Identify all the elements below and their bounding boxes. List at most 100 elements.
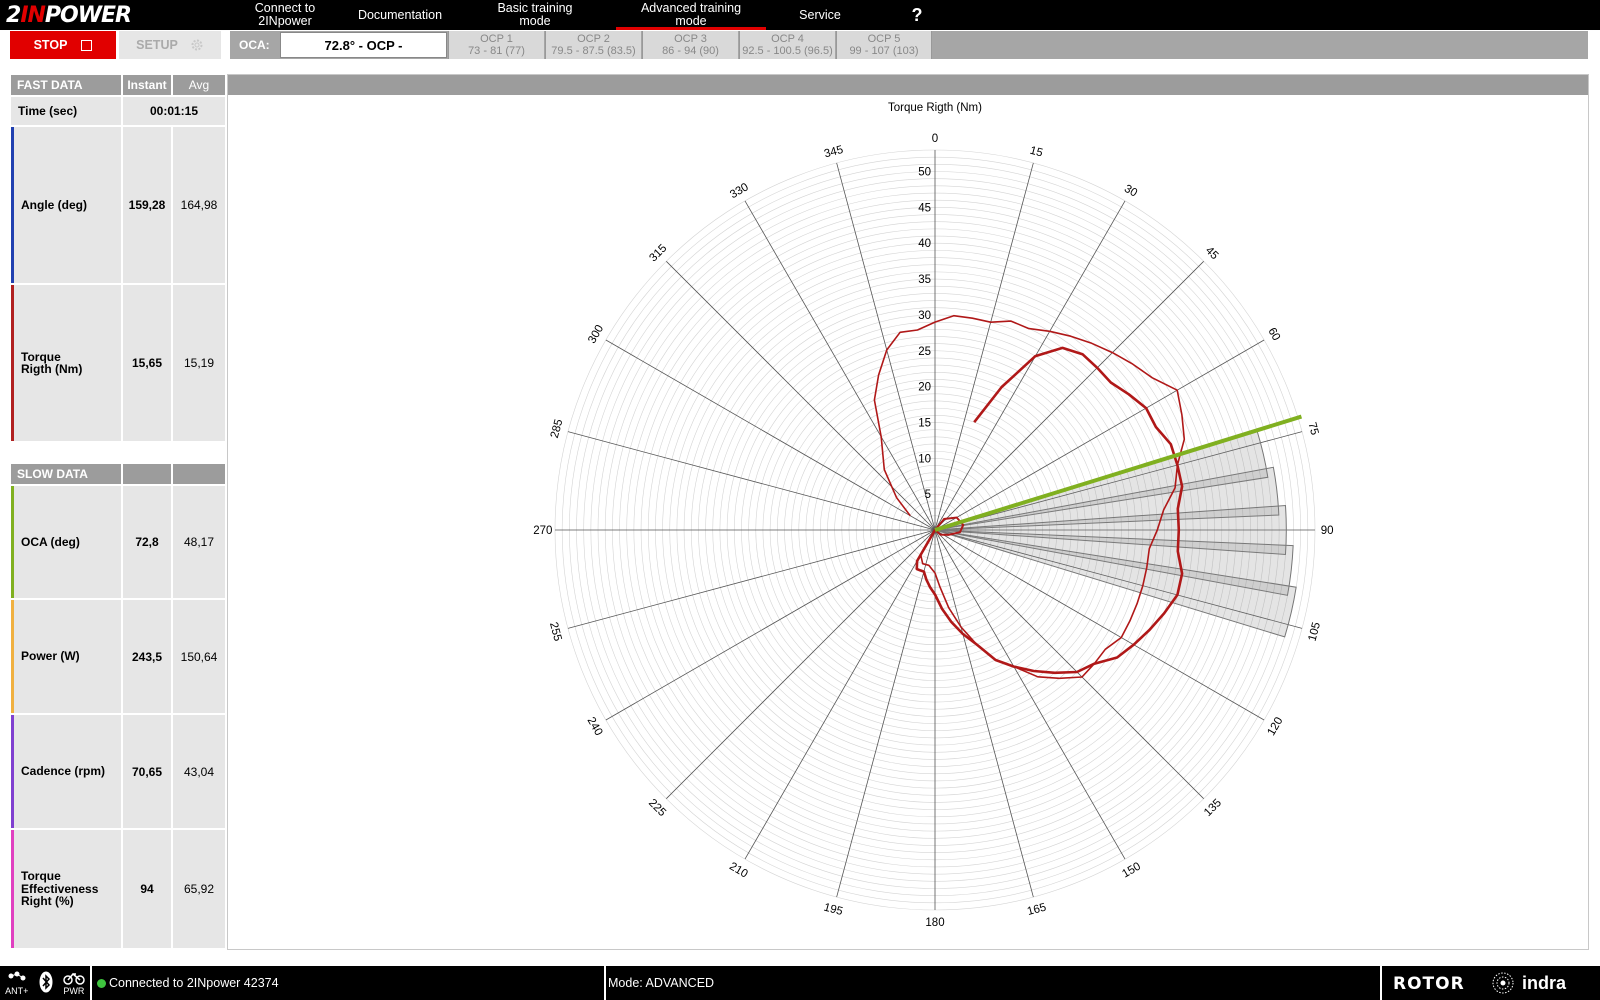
cadence-instant: 70,65: [123, 715, 171, 828]
status-separator: [1380, 966, 1382, 1000]
radial-tick-label: 10: [918, 453, 931, 465]
torque-effectiveness-avg: 65,92: [173, 830, 225, 948]
ocp-zone-2[interactable]: OCP 2 79.5 - 87.5 (83.5): [545, 31, 641, 59]
device-icons: ANT+ PWR: [0, 966, 90, 1000]
ocp-range: 86 - 94 (90): [662, 45, 719, 57]
angle-tick-label: 195: [822, 902, 844, 919]
data-table: FAST DATA Instant Avg Time (sec) 00:01:1…: [10, 74, 226, 950]
angle-tick-label: 150: [1120, 861, 1143, 881]
chart-panel: 0 15 30 45 60 75 90 105 120 135 150 165 180 195 210 225…: [227, 74, 1589, 950]
angle-tick-label: 45: [1203, 245, 1221, 263]
time-value: 00:01:15: [123, 97, 225, 125]
power-instant: 243,5: [123, 600, 171, 713]
radial-tick-label: 35: [918, 274, 931, 286]
ocp-range: 99 - 107 (103): [849, 45, 919, 57]
mode-status: Mode: ADVANCED: [608, 976, 715, 990]
time-label: Time (sec): [11, 97, 121, 125]
ocp-title: OCP 1: [480, 33, 513, 45]
oca-instant: 72,8: [123, 486, 171, 598]
angle-tick-label: 105: [1307, 621, 1324, 643]
indra-globe-icon: [1492, 972, 1514, 994]
setup-button[interactable]: SETUP: [119, 31, 221, 59]
slow-avg-header: [173, 464, 225, 484]
oca-value-field: 72.8° - OCP -: [280, 32, 447, 58]
grid-spoke: [666, 261, 936, 531]
grid-spoke: [605, 529, 936, 721]
angle-tick-label: 60: [1265, 326, 1282, 343]
torque-polar-chart: 0153045607590105120135150165180195210225…: [533, 102, 1334, 929]
stop-button[interactable]: STOP: [10, 31, 116, 59]
grid-spoke: [744, 200, 936, 531]
bike-power-icon: PWR: [63, 971, 85, 996]
nav-basic-training[interactable]: Basic training mode: [476, 0, 594, 30]
angle-instant: 159,28: [123, 127, 171, 283]
angle-tick-label: 240: [584, 715, 604, 738]
pwr-label: PWR: [63, 985, 85, 996]
radial-tick-label: 20: [918, 382, 931, 394]
nav-documentation[interactable]: Documentation: [350, 0, 450, 30]
radial-tick-label: 5: [925, 489, 931, 501]
radial-tick-label: 50: [918, 167, 931, 179]
nav-advanced-training[interactable]: Advanced training mode: [616, 0, 766, 30]
slow-instant-header: [123, 464, 171, 484]
cadence-avg: 43,04: [173, 715, 225, 828]
angle-tick-label: 225: [646, 797, 668, 819]
instant-header: Instant: [123, 75, 171, 95]
angle-tick-label: 135: [1202, 797, 1224, 819]
help-button[interactable]: ?: [900, 0, 934, 30]
torque-effectiveness-instant: 94: [123, 830, 171, 948]
chart-header-bar: [228, 75, 1588, 95]
ocp-title: OCP 2: [577, 33, 610, 45]
ocp-range: 73 - 81 (77): [468, 45, 525, 57]
angle-label: Angle (deg): [14, 127, 121, 283]
angle-tick-label: 75: [1305, 421, 1320, 436]
angle-tick-label: 330: [728, 181, 751, 201]
ocp-title: OCP 4: [771, 33, 804, 45]
connected-indicator-icon: [97, 978, 106, 988]
angle-tick-label: 165: [1026, 902, 1048, 919]
app-logo: 2 IN POWER: [6, 2, 132, 28]
ocp-zone-1[interactable]: OCP 1 73 - 81 (77): [448, 31, 544, 59]
connection-status: Connected to 2INpower 42374: [97, 966, 279, 1000]
radial-tick-label: 45: [918, 202, 931, 214]
angle-tick-label: 300: [586, 323, 606, 346]
grid-spoke: [605, 339, 936, 531]
indra-logo: indra: [1490, 972, 1566, 994]
slow-data-header: SLOW DATA: [11, 464, 121, 484]
ocp-zone-5[interactable]: OCP 5 99 - 107 (103): [836, 31, 932, 59]
angle-tick-label: 210: [727, 861, 750, 881]
radial-tick-label: 15: [918, 417, 931, 429]
status-separator: [90, 966, 92, 1000]
oca-label: OCA (deg): [14, 486, 121, 598]
angle-tick-label: 255: [547, 621, 564, 643]
ocp-zone-3[interactable]: OCP 3 86 - 94 (90): [642, 31, 738, 59]
angle-tick-label: 345: [823, 144, 845, 161]
nav-connect[interactable]: Connect to 2INpower: [228, 0, 342, 30]
chart-title: Torque Rigth (Nm): [888, 102, 982, 114]
avg-header: Avg: [173, 75, 225, 95]
cadence-label: Cadence (rpm): [14, 715, 121, 828]
nav-service[interactable]: Service: [790, 0, 850, 30]
angle-avg: 164,98: [173, 127, 225, 283]
rotor-logo: ROTOR: [1393, 974, 1465, 994]
toolbar: STOP SETUP OCA: 72.8° - OCP - OCP 1 73 - …: [0, 30, 1600, 60]
angle-tick-label: 120: [1266, 715, 1286, 738]
ocp-zone-4[interactable]: OCP 4 92.5 - 100.5 (96.5): [739, 31, 835, 59]
angle-tick-label: 0: [932, 133, 938, 145]
fast-data-header: FAST DATA: [11, 75, 121, 95]
ocp-title: OCP 3: [674, 33, 707, 45]
angle-tick-label: 270: [533, 525, 552, 537]
angle-tick-label: 90: [1321, 525, 1334, 537]
stop-label: STOP: [33, 38, 68, 52]
torque-label: Torque Rigth (Nm): [14, 285, 121, 441]
power-avg: 150,64: [173, 600, 225, 713]
bluetooth-icon: [39, 971, 53, 995]
ant-icon: ANT+: [5, 971, 28, 996]
angle-tick-label: 180: [925, 917, 944, 929]
ocp-range: 92.5 - 100.5 (96.5): [742, 45, 833, 57]
gear-icon: [191, 39, 203, 51]
ocp-title: OCP 5: [867, 33, 901, 45]
grid-spoke: [666, 529, 936, 799]
oca-label: OCA:: [239, 38, 270, 52]
torque-effectiveness-label: Torque Effectiveness Right (%): [14, 830, 121, 948]
